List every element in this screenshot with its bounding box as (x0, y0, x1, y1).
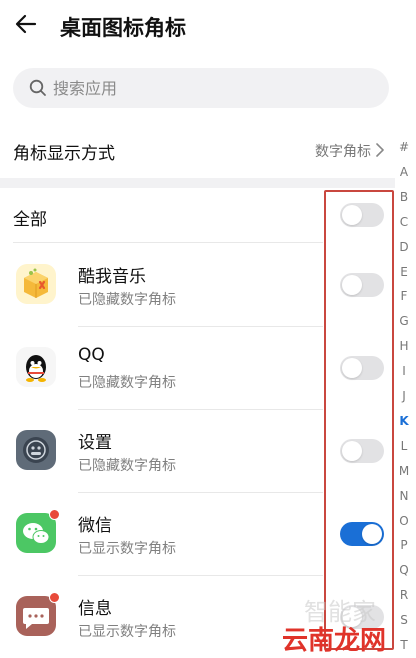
all-apps-row: 全部 (0, 190, 395, 242)
alpha-letter-hash[interactable]: # (396, 140, 412, 154)
alpha-letter-p[interactable]: P (396, 538, 412, 552)
toggle-knob (342, 441, 362, 461)
wechat-badge-toggle[interactable] (340, 522, 384, 546)
settings-gear-icon (16, 430, 56, 470)
app-name: QQ (78, 345, 105, 365)
toggle-knob (342, 205, 362, 225)
toggle-knob (342, 358, 362, 378)
alpha-letter-k[interactable]: K (396, 414, 412, 428)
section-divider (0, 178, 395, 188)
display-mode-label: 角标显示方式 (13, 144, 115, 164)
display-mode-value: 数字角标 (315, 144, 371, 160)
watermark-logo: 云南龙网 (282, 626, 387, 656)
alpha-letter-t[interactable]: T (396, 638, 412, 652)
qq-penguin-icon (16, 347, 56, 387)
app-name: 信息 (78, 599, 112, 619)
alpha-letter-r[interactable]: R (396, 588, 412, 602)
alpha-letter-b[interactable]: B (396, 190, 412, 204)
app-row-qq: QQ 已隐藏数字角标 (0, 326, 395, 409)
app-name: 酷我音乐 (78, 267, 146, 287)
kuwo-badge-toggle[interactable] (340, 273, 384, 297)
search-input[interactable] (53, 68, 373, 108)
alpha-letter-q[interactable]: Q (396, 563, 412, 577)
alpha-letter-h[interactable]: H (396, 339, 412, 353)
header: 桌面图标角标 (0, 0, 416, 50)
app-row-settings: 设置 已隐藏数字角标 (0, 409, 395, 492)
wechat-icon (16, 509, 60, 553)
kuwo-music-icon (16, 264, 56, 304)
alpha-letter-i[interactable]: I (396, 364, 412, 378)
search-bar[interactable] (13, 68, 389, 108)
app-badge-status: 已隐藏数字角标 (78, 375, 176, 391)
alpha-letter-e[interactable]: E (396, 265, 412, 279)
app-row-wechat: 微信 已显示数字角标 (0, 492, 395, 575)
badge-display-mode-row[interactable]: 角标显示方式 数字角标 (0, 128, 395, 172)
app-badge-status: 已显示数字角标 (78, 624, 176, 640)
search-icon (29, 79, 46, 96)
chevron-right-icon (376, 143, 384, 157)
alpha-letter-m[interactable]: M (396, 464, 412, 478)
alpha-letter-f[interactable]: F (396, 289, 412, 303)
back-button[interactable] (10, 8, 42, 40)
arrow-left-icon (15, 14, 37, 34)
alpha-letter-g[interactable]: G (396, 314, 412, 328)
app-badge-status: 已隐藏数字角标 (78, 458, 176, 474)
app-row-kuwo: 酷我音乐 已隐藏数字角标 (0, 243, 395, 326)
alpha-letter-n[interactable]: N (396, 489, 412, 503)
page-title: 桌面图标角标 (60, 16, 186, 40)
all-apps-label: 全部 (13, 210, 47, 230)
notification-badge (49, 509, 60, 520)
qq-badge-toggle[interactable] (340, 356, 384, 380)
alpha-letter-d[interactable]: D (396, 240, 412, 254)
app-name: 微信 (78, 516, 112, 536)
alpha-letter-c[interactable]: C (396, 215, 412, 229)
alpha-letter-o[interactable]: O (396, 514, 412, 528)
app-name: 设置 (78, 433, 112, 453)
alpha-letter-a[interactable]: A (396, 165, 412, 179)
app-badge-status: 已显示数字角标 (78, 541, 176, 557)
app-badge-status: 已隐藏数字角标 (78, 292, 176, 308)
alpha-letter-s[interactable]: S (396, 613, 412, 627)
alpha-letter-l[interactable]: L (396, 439, 412, 453)
toggle-knob (342, 275, 362, 295)
toggle-knob (362, 524, 382, 544)
notification-badge (49, 592, 60, 603)
all-apps-toggle[interactable] (340, 203, 384, 227)
alpha-letter-j[interactable]: J (396, 389, 412, 403)
messages-icon (16, 592, 60, 636)
settings-badge-toggle[interactable] (340, 439, 384, 463)
